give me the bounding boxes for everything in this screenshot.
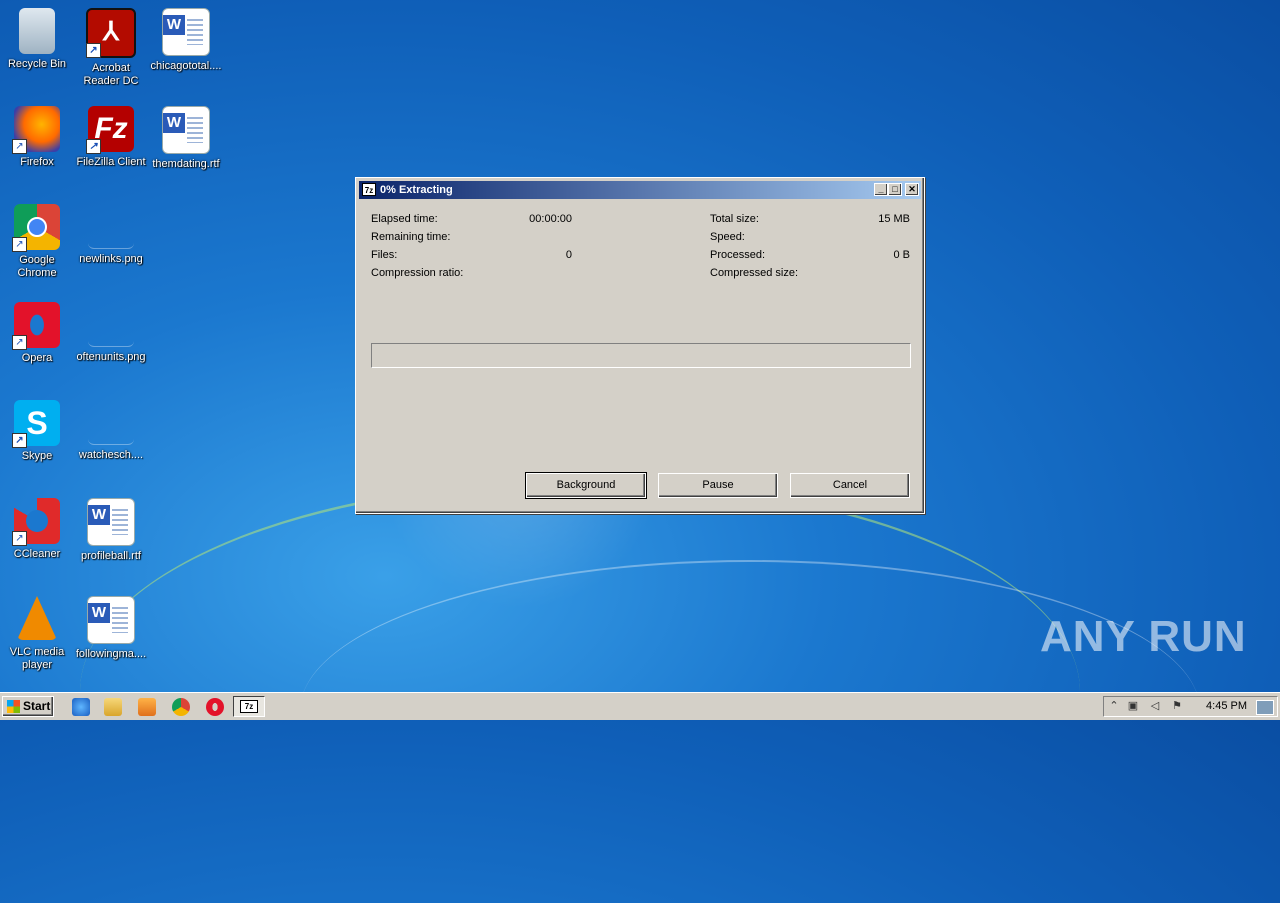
desktop-icon-label: CCleaner [13,548,61,560]
extraction-progress-bar [371,343,911,368]
firefox-icon: ↗ [12,106,60,154]
shortcut-arrow-icon: ↗ [86,43,101,58]
media-player-icon[interactable] [138,698,156,716]
shortcut-arrow-icon: ↗ [12,335,27,350]
elapsed-time-label: Elapsed time: [371,213,438,225]
desktop-icon-filezilla[interactable]: Fz ↗ FileZilla Client [74,106,148,169]
explorer-icon[interactable] [104,698,122,716]
desktop-icon-oftenunits[interactable]: oftenunits.png [74,302,148,364]
total-size-value: 15 MB [878,213,910,225]
chrome-icon[interactable] [172,698,190,716]
ie-icon[interactable] [72,698,90,716]
desktop-icon-skype[interactable]: S ↗ Skype [0,400,74,463]
start-button[interactable]: Start [2,696,54,717]
acrobat-icon: ⅄ ↗ [86,8,136,58]
taskbar-7zip-button[interactable]: 7z [233,696,265,717]
word-doc-icon: W [87,498,135,546]
opera-icon: ↗ [12,302,60,350]
word-doc-icon: W [87,596,135,644]
pause-button[interactable]: Pause [658,473,778,498]
shortcut-arrow-icon: ↗ [12,433,27,448]
desktop-icon-label: chicagototal.... [150,60,222,72]
maximize-button[interactable]: □ [888,183,902,196]
desktop-icon-ccleaner[interactable]: ↗ CCleaner [0,498,74,561]
word-doc-icon: W [162,8,210,56]
desktop-icon-profileball[interactable]: W profileball.rtf [74,498,148,563]
desktop-icon-newlinks[interactable]: newlinks.png [74,204,148,266]
desktop-icon-label: followingma.... [75,648,147,660]
desktop-icon-themdating[interactable]: W themdating.rtf [149,106,223,171]
processed-value: 0 B [893,249,910,261]
desktop-icon-chicagototal[interactable]: W chicagototal.... [149,8,223,73]
filezilla-icon: Fz ↗ [86,106,134,154]
desktop-icon-acrobat[interactable]: ⅄ ↗ Acrobat Reader DC [74,8,148,88]
anyrun-watermark: ANY RUN [1040,612,1247,661]
shortcut-arrow-icon: ↗ [86,139,101,154]
processed-label: Processed: [710,249,766,261]
compressed-size-label: Compressed size: [710,267,799,279]
sevenzip-icon: 7z [240,700,258,713]
chrome-icon: ↗ [12,204,60,252]
word-doc-icon: W [162,106,210,154]
recycle-bin-icon [19,8,55,54]
desktop-icon-chrome[interactable]: ↗ Google Chrome [0,204,74,280]
desktop-icon-firefox[interactable]: ↗ Firefox [0,106,74,169]
skype-icon: S ↗ [12,400,60,448]
image-file-icon [88,410,134,445]
cancel-button[interactable]: Cancel [790,473,910,498]
clock[interactable]: 4:45 PM [1206,697,1247,716]
shortcut-arrow-icon: ↗ [12,237,27,252]
ccleaner-icon: ↗ [12,498,60,546]
desktop-icon-label: Acrobat Reader DC [83,62,139,87]
background-button[interactable]: Background [525,472,647,499]
desktop-icon-label: watchesch.... [78,449,144,461]
action-center-flag-icon[interactable]: ⚑ [1170,700,1184,713]
desktop-icon-label: Google Chrome [17,254,57,279]
desktop-icon-label: VLC media player [9,646,65,671]
opera-icon[interactable] [206,698,224,716]
network-icon[interactable]: ▣ [1126,700,1140,713]
speed-label: Speed: [710,231,745,243]
desktop-icon-label: profileball.rtf [81,550,141,562]
taskbar: Start 7z ⌃ ▣ ◁ ⚑ 4:45 PM [0,692,1280,720]
desktop-icon-label: Skype [21,450,53,462]
files-value: 0 [565,249,572,261]
show-hidden-icons-icon[interactable]: ⌃ [1107,700,1121,713]
remaining-time-label: Remaining time: [371,231,451,243]
elapsed-time-value: 00:00:00 [529,213,572,225]
desktop-icon-label: oftenunits.png [76,351,146,363]
windows-logo-icon [7,700,20,713]
desktop-icon-label: FileZilla Client [76,156,146,168]
minimize-button[interactable]: _ [874,183,888,196]
image-file-icon [88,312,134,347]
volume-icon[interactable]: ◁ [1148,700,1162,713]
shortcut-arrow-icon: ↗ [12,531,27,546]
desktop-icon-recycle-bin[interactable]: Recycle Bin [0,8,74,71]
desktop-icon-watchesch[interactable]: watchesch.... [74,400,148,462]
close-button[interactable]: ✕ [905,183,919,196]
vlc-icon [17,596,57,640]
desktop-icon-label: Opera [21,352,53,364]
image-file-icon [88,214,134,249]
dialog-title: 0% Extracting [380,184,453,196]
shortcut-arrow-icon: ↗ [12,139,27,154]
desktop-icon-opera[interactable]: ↗ Opera [0,302,74,365]
desktop-icon-vlc[interactable]: VLC media player [0,596,74,672]
dialog-titlebar[interactable]: 7z 0% Extracting _ □ ✕ [359,181,921,199]
desktop-icon-label: newlinks.png [79,253,143,265]
desktop-icon-label: Firefox [20,156,54,168]
extracting-dialog: 7z 0% Extracting _ □ ✕ Elapsed time: 00:… [355,177,925,514]
sevenzip-icon: 7z [362,183,376,196]
desktop-icon-label: themdating.rtf [152,158,220,170]
system-tray: ⌃ ▣ ◁ ⚑ 4:45 PM [1103,696,1278,717]
show-desktop-icon[interactable] [1256,700,1274,715]
desktop-icon-label: Recycle Bin [7,58,67,70]
files-label: Files: [371,249,398,261]
compression-ratio-label: Compression ratio: [371,267,464,279]
total-size-label: Total size: [710,213,759,225]
start-label: Start [23,699,51,713]
desktop-icon-followingma[interactable]: W followingma.... [74,596,148,661]
